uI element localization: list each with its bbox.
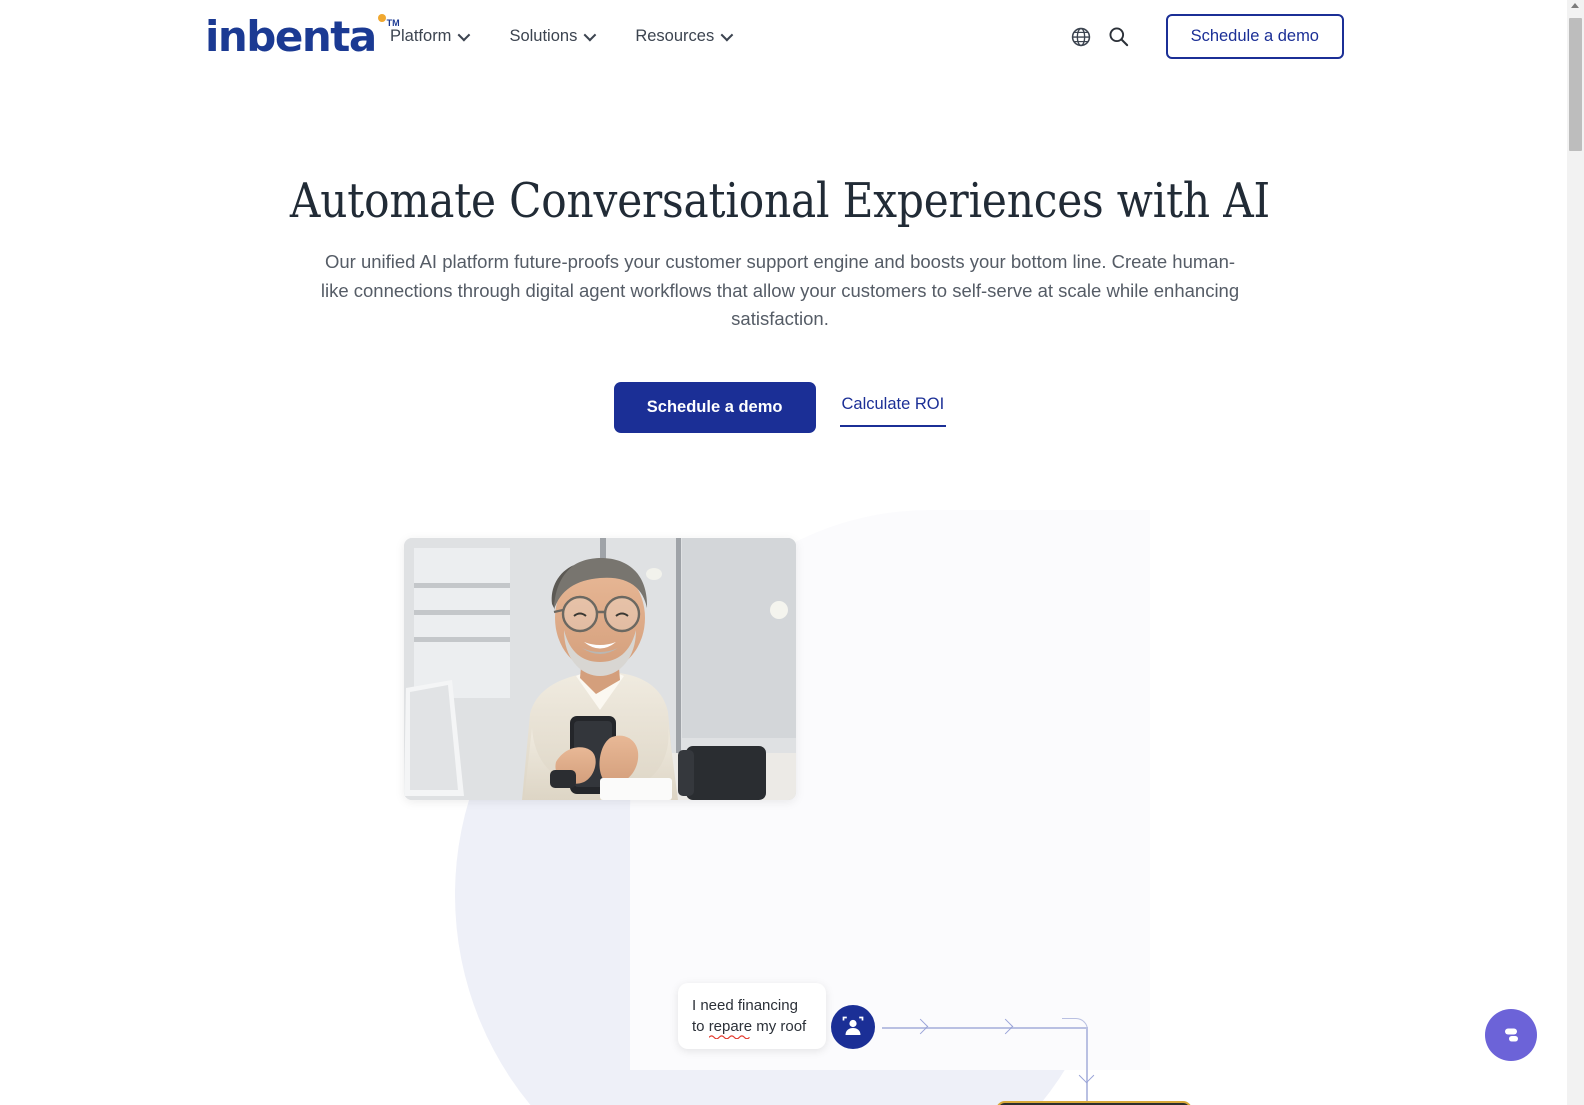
step-card-tokenize: Tokenizes phrase & substitutes character… [996, 1101, 1192, 1105]
nav-item-resources[interactable]: Resources [635, 27, 734, 46]
main-navigation: Platform Solutions Resources [390, 27, 734, 46]
chevron-down-icon [583, 28, 597, 42]
language-selector-button[interactable] [1062, 18, 1100, 56]
nav-item-platform[interactable]: Platform [390, 27, 471, 46]
page-title: Automate Conversational Experiences with… [289, 173, 1271, 229]
page-scrollbar[interactable] [1567, 0, 1584, 1105]
hero-calculate-roi-link[interactable]: Calculate ROI [839, 387, 947, 427]
user-chat-bubble: I need financing to repare my roof [678, 983, 826, 1049]
nav-item-label: Solutions [509, 27, 578, 45]
user-bubble-line-1: I need financing [692, 997, 798, 1014]
office-photo-illustration [404, 538, 796, 800]
logo-wordmark: inbenta [205, 12, 377, 61]
connector-corner [1062, 1018, 1088, 1044]
chat-widget-button[interactable] [1485, 1009, 1537, 1061]
logo-dot-icon [377, 14, 386, 22]
globe-icon [1071, 27, 1090, 46]
misspelled-word: repare [708, 1018, 752, 1039]
arrow-down-icon [1078, 1067, 1095, 1084]
search-icon [1109, 27, 1129, 47]
spellcheck-squiggle-icon [708, 1035, 750, 1039]
nav-item-label: Platform [390, 27, 452, 45]
hero-section: Automate Conversational Experiences with… [0, 170, 1560, 433]
user-bubble-line-2: to repare my roof [692, 1016, 812, 1039]
user-detect-icon [842, 1016, 864, 1035]
hero-photo [404, 538, 796, 800]
inbenta-logo[interactable]: inbenta TM [205, 14, 400, 60]
hero-schedule-demo-button[interactable]: Schedule a demo [613, 381, 816, 433]
header-actions: Schedule a demo [1062, 14, 1344, 59]
chevron-down-icon [720, 28, 734, 42]
site-header: inbenta TM Platform Solutions Resources [0, 0, 1560, 76]
search-button[interactable] [1100, 18, 1138, 56]
user-avatar [831, 1005, 875, 1049]
neuro-symbolic-diagram: I need financing to repare my roof Sure!… [0, 470, 1560, 1105]
hero-subheading: Our unified AI platform future-proofs yo… [320, 251, 1240, 329]
hero-cta-row: Schedule a demo Calculate ROI [0, 381, 1560, 433]
scroll-up-arrow-icon[interactable] [1571, 3, 1579, 8]
nav-item-solutions[interactable]: Solutions [509, 27, 597, 46]
chat-bubble-icon [1505, 1028, 1518, 1042]
header-schedule-demo-button[interactable]: Schedule a demo [1165, 14, 1344, 59]
nav-item-label: Resources [635, 27, 715, 45]
chevron-down-icon [457, 28, 471, 42]
page-root: inbenta TM Platform Solutions Resources [0, 0, 1584, 1105]
scrollbar-thumb[interactable] [1569, 18, 1582, 151]
